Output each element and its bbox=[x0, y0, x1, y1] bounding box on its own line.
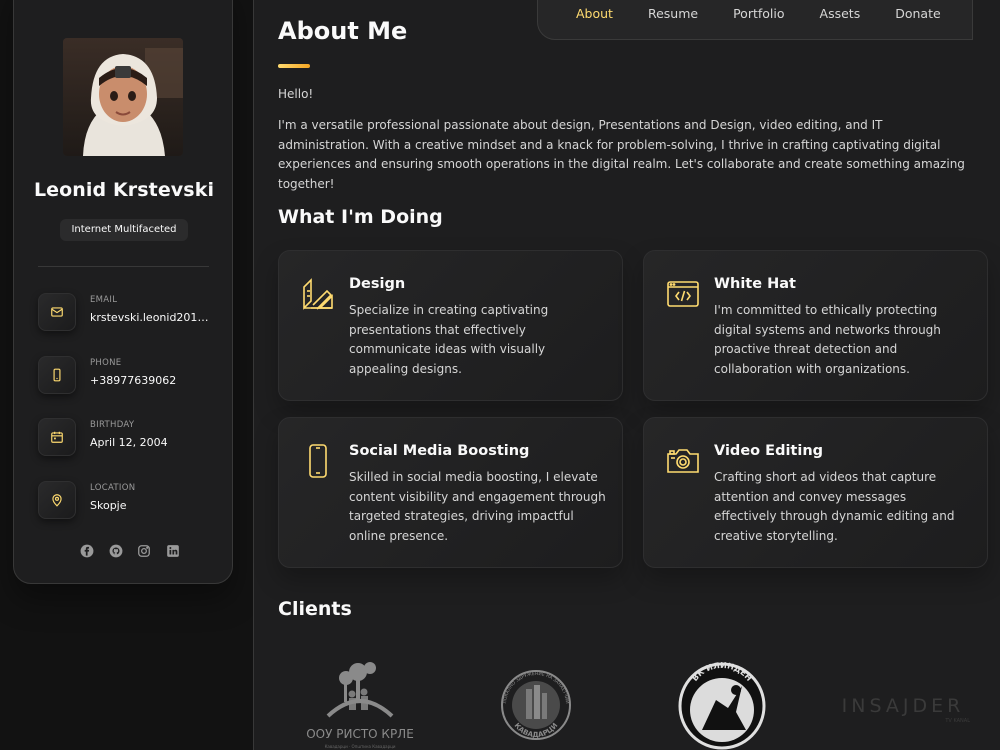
github-icon[interactable] bbox=[109, 544, 123, 558]
contact-label: Birthday bbox=[90, 420, 135, 430]
services-title: What I'm Doing bbox=[278, 206, 443, 228]
about-greeting: Hello! bbox=[278, 87, 314, 101]
smartphone-icon bbox=[301, 444, 335, 478]
instagram-icon[interactable] bbox=[137, 544, 151, 558]
social-links bbox=[80, 543, 180, 559]
service-title: Video Editing bbox=[714, 443, 824, 459]
svg-text:ООУ РИСТО КРЛЕ: ООУ РИСТО КРЛЕ bbox=[306, 727, 414, 741]
profile-name: Leonid Krstevski bbox=[33, 179, 215, 201]
service-title: White Hat bbox=[714, 276, 796, 292]
client-logo-vk-ilinden[interactable]: ВК ИЛИНДЕН bbox=[676, 660, 768, 750]
service-text: Specialize in creating captivating prese… bbox=[349, 303, 549, 376]
svg-text:Кавадарци · Општина Кавадарци: Кавадарци · Општина Кавадарци bbox=[325, 744, 396, 749]
service-card-social-media: Social Media Boosting Skilled in social … bbox=[278, 417, 623, 568]
service-title: Design bbox=[349, 276, 406, 292]
service-text: I'm committed to ethically protecting di… bbox=[714, 303, 941, 376]
camera-icon bbox=[666, 444, 700, 478]
avatar bbox=[63, 38, 183, 156]
location-value: Skopje bbox=[90, 499, 127, 512]
svg-text:TV KANAL: TV KANAL bbox=[944, 718, 970, 724]
contact-phone: Phone +38977639062 bbox=[38, 356, 228, 396]
facebook-icon[interactable] bbox=[80, 544, 94, 558]
contact-email: Email krstevski.leonid2018@gmail.com bbox=[38, 293, 228, 333]
title-underline bbox=[278, 64, 310, 68]
nav-portfolio[interactable]: Portfolio bbox=[733, 6, 784, 21]
contact-label: Location bbox=[90, 483, 136, 493]
service-card-design: Design Specialize in creating captivatin… bbox=[278, 250, 623, 401]
client-logo-kavadarci[interactable]: ЛОКАЛНО ЗДРУЖЕНИЕ НА ЗАНАЕТЧИИ КАВАДАРЦИ bbox=[496, 663, 576, 748]
code-window-icon bbox=[666, 277, 700, 311]
client-logo-risto-krle[interactable]: ООУ РИСТО КРЛЕ Кавадарци · Општина Кавад… bbox=[300, 658, 420, 750]
top-navbar: About Resume Portfolio Assets Donate bbox=[537, 0, 973, 40]
design-tools-icon bbox=[301, 277, 335, 311]
nav-donate[interactable]: Donate bbox=[895, 6, 940, 21]
nav-assets[interactable]: Assets bbox=[820, 6, 861, 21]
contact-birthday: Birthday April 12, 2004 bbox=[38, 418, 228, 458]
birthday-value: April 12, 2004 bbox=[90, 436, 168, 449]
page-title: About Me bbox=[278, 17, 408, 45]
profile-sidebar: Leonid Krstevski Internet Multifaceted E… bbox=[13, 0, 233, 584]
location-pin-icon bbox=[38, 481, 76, 519]
mail-icon bbox=[38, 293, 76, 331]
phone-link[interactable]: +38977639062 bbox=[90, 374, 210, 387]
service-text: Crafting short ad videos that capture at… bbox=[714, 470, 955, 543]
client-logo-insajder[interactable]: INSAJDER TV KANAL bbox=[832, 690, 974, 726]
service-card-video-editing: Video Editing Crafting short ad videos t… bbox=[643, 417, 988, 568]
contact-label: Email bbox=[90, 295, 118, 305]
svg-text:INSAJDER: INSAJDER bbox=[842, 695, 965, 717]
clients-title: Clients bbox=[278, 598, 352, 620]
contact-label: Phone bbox=[90, 358, 122, 368]
about-body: I'm a versatile professional passionate … bbox=[278, 118, 965, 191]
service-card-white-hat: White Hat I'm committed to ethically pro… bbox=[643, 250, 988, 401]
email-link[interactable]: krstevski.leonid2018@gmail.com bbox=[90, 311, 210, 324]
sidebar-divider bbox=[38, 266, 209, 267]
linkedin-icon[interactable] bbox=[166, 544, 180, 558]
service-title: Social Media Boosting bbox=[349, 443, 530, 459]
service-text: Skilled in social media boosting, I elev… bbox=[349, 470, 606, 543]
nav-about[interactable]: About bbox=[576, 6, 613, 21]
profile-title-badge: Internet Multifaceted bbox=[60, 219, 188, 241]
calendar-icon bbox=[38, 418, 76, 456]
phone-icon bbox=[38, 356, 76, 394]
contact-location: Location Skopje bbox=[38, 481, 228, 521]
nav-resume[interactable]: Resume bbox=[648, 6, 698, 21]
